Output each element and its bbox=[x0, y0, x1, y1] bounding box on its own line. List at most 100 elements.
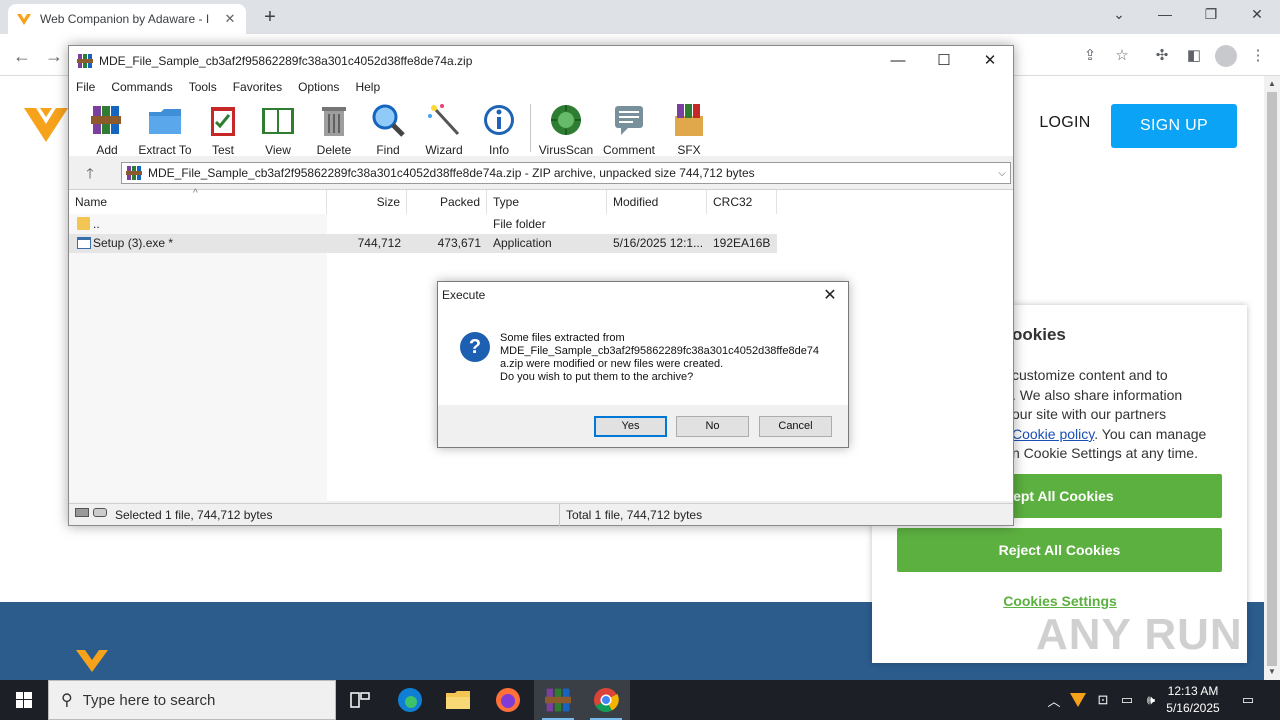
application-icon bbox=[77, 237, 91, 249]
winrar-address-bar: 🡑 MDE_File_Sample_cb3af2f95862289fc38a30… bbox=[69, 159, 1013, 187]
column-packed[interactable]: Packed bbox=[407, 190, 487, 214]
winrar-icon bbox=[545, 688, 571, 712]
network-status-icon[interactable]: ⊡ bbox=[1092, 680, 1114, 720]
cookies-settings-link[interactable]: Cookies Settings bbox=[960, 593, 1160, 609]
menu-favorites[interactable]: Favorites bbox=[233, 80, 282, 94]
reject-cookies-button[interactable]: Reject All Cookies bbox=[897, 528, 1222, 572]
taskbar-clock[interactable]: 12:13 AM 5/16/2025 bbox=[1160, 683, 1226, 717]
extensions-puzzle-icon[interactable]: ✣ bbox=[1150, 44, 1174, 68]
browser-restore-button[interactable]: ❐ bbox=[1188, 0, 1234, 30]
task-view-icon bbox=[350, 692, 370, 708]
dialog-close-icon[interactable]: ✕ bbox=[818, 285, 842, 307]
archive-path-dropdown[interactable]: MDE_File_Sample_cb3af2f95862289fc38a301c… bbox=[121, 162, 1011, 184]
cancel-button[interactable]: Cancel bbox=[759, 416, 832, 437]
chrome-taskbar-icon[interactable] bbox=[582, 680, 630, 720]
delete-button[interactable]: Delete bbox=[306, 102, 362, 157]
forward-arrow-icon[interactable]: → bbox=[42, 44, 66, 68]
show-hidden-icons-chevron-icon[interactable]: ︿ bbox=[1044, 680, 1064, 720]
column-modified[interactable]: Modified bbox=[607, 190, 707, 214]
no-button[interactable]: No bbox=[676, 416, 749, 437]
adaware-tray-logo-icon bbox=[1070, 693, 1086, 707]
wizard-button[interactable]: Wizard bbox=[416, 102, 472, 157]
sfx-button[interactable]: SFX bbox=[661, 102, 717, 157]
winrar-close-button[interactable]: ✕ bbox=[967, 46, 1013, 76]
taskbar-search-box[interactable]: ⚲ Type here to search bbox=[48, 680, 336, 720]
scrollbar-thumb[interactable] bbox=[1267, 92, 1277, 666]
dialog-footer: Yes No Cancel bbox=[438, 405, 848, 447]
delete-label: Delete bbox=[316, 143, 352, 157]
adaware-favicon-icon bbox=[17, 14, 31, 25]
extract-to-button[interactable]: Extract To bbox=[137, 102, 193, 157]
row-modified: 5/16/2025 12:1... bbox=[613, 236, 704, 250]
share-icon[interactable]: ⇪ bbox=[1078, 44, 1102, 68]
cookie-policy-link[interactable]: Cookie policy bbox=[1012, 426, 1094, 442]
menu-tools[interactable]: Tools bbox=[189, 80, 217, 94]
column-name[interactable]: Name ^ bbox=[69, 188, 327, 214]
bookmark-star-icon[interactable]: ☆ bbox=[1110, 44, 1134, 68]
tab-close-icon[interactable]: ✕ bbox=[222, 11, 238, 27]
info-button[interactable]: Info bbox=[471, 102, 527, 157]
adaware-logo-icon[interactable] bbox=[24, 104, 68, 142]
firefox-taskbar-icon[interactable] bbox=[484, 680, 532, 720]
find-button[interactable]: Find bbox=[360, 102, 416, 157]
winrar-taskbar-icon[interactable] bbox=[534, 680, 582, 720]
magnifier-icon bbox=[372, 104, 405, 137]
page-scrollbar[interactable]: ▲ ▼ bbox=[1264, 76, 1280, 680]
browser-tab[interactable]: Web Companion by Adaware - I ✕ bbox=[8, 4, 246, 34]
clock-time: 12:13 AM bbox=[1167, 684, 1219, 698]
browser-minimize-button[interactable]: — bbox=[1142, 0, 1188, 30]
menu-file[interactable]: File bbox=[76, 80, 95, 94]
menu-help[interactable]: Help bbox=[355, 80, 380, 94]
book-view-icon bbox=[262, 108, 294, 134]
chevron-down-icon[interactable]: ⌵ bbox=[994, 168, 1010, 179]
scroll-down-arrow-icon[interactable]: ▼ bbox=[1264, 664, 1280, 680]
column-type[interactable]: Type bbox=[487, 190, 607, 214]
up-arrow-icon[interactable]: 🡑 bbox=[79, 163, 101, 183]
tab-search-icon[interactable]: ⌄ bbox=[1096, 0, 1142, 30]
task-view-button[interactable] bbox=[336, 680, 384, 720]
menu-commands[interactable]: Commands bbox=[111, 80, 172, 94]
notification-center-icon[interactable]: ▭ bbox=[1236, 680, 1260, 720]
winrar-maximize-button[interactable]: ☐ bbox=[921, 46, 967, 76]
scroll-up-arrow-icon[interactable]: ▲ bbox=[1264, 76, 1280, 92]
profile-avatar-icon[interactable] bbox=[1215, 45, 1237, 67]
info-label: Info bbox=[488, 143, 509, 157]
sort-arrow-icon: ^ bbox=[193, 188, 198, 199]
login-link[interactable]: LOGIN bbox=[1030, 114, 1100, 138]
column-crc32[interactable]: CRC32 bbox=[707, 190, 777, 214]
yes-button[interactable]: Yes bbox=[594, 416, 667, 437]
volume-icon[interactable]: 🕪 bbox=[1140, 680, 1162, 720]
toolbar-separator bbox=[530, 104, 531, 152]
row-type: Application bbox=[493, 236, 552, 250]
start-button[interactable] bbox=[0, 680, 48, 720]
dialog-message-line: a.zip were modified or new files were cr… bbox=[500, 358, 724, 370]
side-panel-icon[interactable]: ◧ bbox=[1182, 44, 1206, 68]
menu-options[interactable]: Options bbox=[298, 80, 339, 94]
new-tab-button[interactable]: + bbox=[258, 6, 282, 30]
winrar-minimize-button[interactable]: — bbox=[875, 46, 921, 76]
add-button[interactable]: Add bbox=[79, 102, 135, 157]
adaware-tray-icon[interactable] bbox=[1068, 680, 1088, 720]
comment-button[interactable]: Comment bbox=[601, 102, 657, 157]
edge-taskbar-icon[interactable] bbox=[386, 680, 434, 720]
back-arrow-icon[interactable]: ← bbox=[10, 44, 34, 68]
row-name: .. bbox=[93, 217, 100, 231]
browser-close-button[interactable]: ✕ bbox=[1234, 0, 1280, 30]
row-name: Setup (3).exe * bbox=[93, 236, 174, 250]
view-button[interactable]: View bbox=[250, 102, 306, 157]
row-size: 744,712 bbox=[357, 236, 401, 250]
virusscan-button[interactable]: VirusScan bbox=[538, 102, 594, 157]
table-row[interactable]: Setup (3).exe * 744,712 473,671 Applicat… bbox=[69, 234, 777, 253]
edge-icon bbox=[398, 688, 422, 712]
signup-button[interactable]: SIGN UP bbox=[1111, 104, 1237, 148]
search-icon: ⚲ bbox=[61, 692, 73, 709]
chrome-menu-icon[interactable]: ⋮ bbox=[1246, 44, 1270, 68]
explorer-taskbar-icon[interactable] bbox=[434, 680, 482, 720]
dialog-message-line: Some files extracted from bbox=[500, 332, 625, 344]
network-wired-icon[interactable]: ▭ bbox=[1116, 680, 1138, 720]
column-size[interactable]: Size bbox=[327, 190, 407, 214]
winrar-app-icon bbox=[77, 54, 93, 68]
clock-date: 5/16/2025 bbox=[1166, 701, 1220, 715]
table-row[interactable]: .. File folder bbox=[69, 215, 777, 234]
test-button[interactable]: Test bbox=[195, 102, 251, 157]
